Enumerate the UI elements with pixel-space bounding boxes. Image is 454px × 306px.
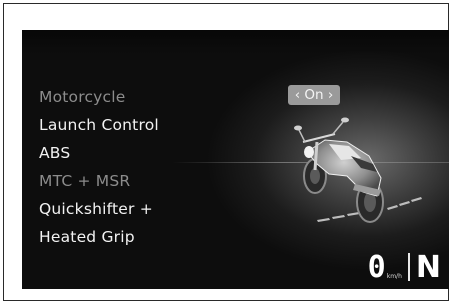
readout-divider [407,253,410,281]
dashboard-screen: Motorcycle Launch Control ABS MTC + MSR … [22,30,449,289]
display-frame: Motorcycle Launch Control ABS MTC + MSR … [3,3,449,301]
menu-item-mtc-msr[interactable]: MTC + MSR [39,167,159,195]
menu-item-launch-control[interactable]: Launch Control [39,111,159,139]
speed-unit: km/h [386,273,402,280]
speed-gear-readout: 0 km/h N [368,249,441,283]
menu-item-heated-grip[interactable]: Heated Grip [39,223,159,251]
value-selector[interactable]: ‹ On › [288,85,340,105]
top-shade [22,30,449,54]
speed-value: 0 [367,250,386,285]
settings-menu: Motorcycle Launch Control ABS MTC + MSR … [39,83,159,251]
gear-indicator: N [415,250,441,285]
menu-item-abs[interactable]: ABS [39,139,159,167]
motorcycle-icon [294,117,422,223]
menu-item-motorcycle[interactable]: Motorcycle [39,83,159,111]
menu-item-quickshifter[interactable]: Quickshifter + [39,195,159,223]
